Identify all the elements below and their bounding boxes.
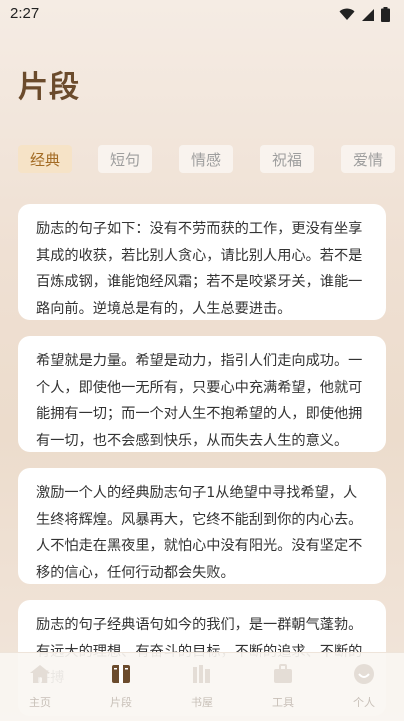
bottom-nav: 主页 片段 书屋 工具 个人 — [0, 652, 404, 721]
category-tabs: 经典 短句 情感 祝福 爱情 — [18, 145, 404, 173]
tab-emotion[interactable]: 情感 — [179, 145, 233, 173]
home-icon — [30, 665, 50, 683]
status-icons — [339, 7, 390, 22]
book-icon — [112, 665, 130, 683]
status-bar: 2:27 — [0, 0, 404, 28]
nav-label-tools: 工具 — [272, 696, 294, 709]
nav-item-home[interactable]: 主页 — [10, 663, 70, 713]
wifi-icon — [339, 8, 355, 20]
nav-label-snippets: 片段 — [110, 696, 132, 709]
quote-text: 希望就是力量。希望是动力，指引人们走向成功。一个人，即使他一无所有，只要心中充满… — [36, 353, 363, 449]
nav-label-profile: 个人 — [353, 696, 375, 709]
quote-card[interactable]: 励志的句子如下：没有不劳而获的工作，更没有坐享其成的收获，若比别人贪心，请比别人… — [18, 204, 386, 320]
nav-label-home: 主页 — [29, 696, 51, 709]
battery-icon — [381, 7, 390, 22]
nav-item-snippets[interactable]: 片段 — [91, 663, 151, 713]
quote-text: 励志的句子如下：没有不劳而获的工作，更没有坐享其成的收获，若比别人贪心，请比别人… — [36, 221, 363, 317]
books-icon — [193, 665, 210, 683]
smiley-icon — [354, 664, 374, 684]
nav-item-profile[interactable]: 个人 — [334, 663, 394, 713]
tab-blessing[interactable]: 祝福 — [260, 145, 314, 173]
briefcase-icon — [274, 664, 292, 683]
status-time: 2:27 — [10, 5, 40, 22]
tab-love[interactable]: 爱情 — [341, 145, 395, 173]
nav-item-library[interactable]: 书屋 — [172, 663, 232, 713]
quote-card[interactable]: 激励一个人的经典励志句子1从绝望中寻找希望，人生终将辉煌。风暴再大，它终不能刮到… — [18, 468, 386, 584]
tab-short[interactable]: 短句 — [98, 145, 152, 173]
page-title: 片段 — [18, 70, 80, 105]
nav-item-tools[interactable]: 工具 — [253, 663, 313, 713]
quote-text: 激励一个人的经典励志句子1从绝望中寻找希望，人生终将辉煌。风暴再大，它终不能刮到… — [36, 485, 363, 581]
nav-label-library: 书屋 — [191, 696, 213, 709]
signal-icon — [362, 8, 374, 21]
tab-classic[interactable]: 经典 — [18, 145, 72, 173]
quote-card[interactable]: 希望就是力量。希望是动力，指引人们走向成功。一个人，即使他一无所有，只要心中充满… — [18, 336, 386, 452]
